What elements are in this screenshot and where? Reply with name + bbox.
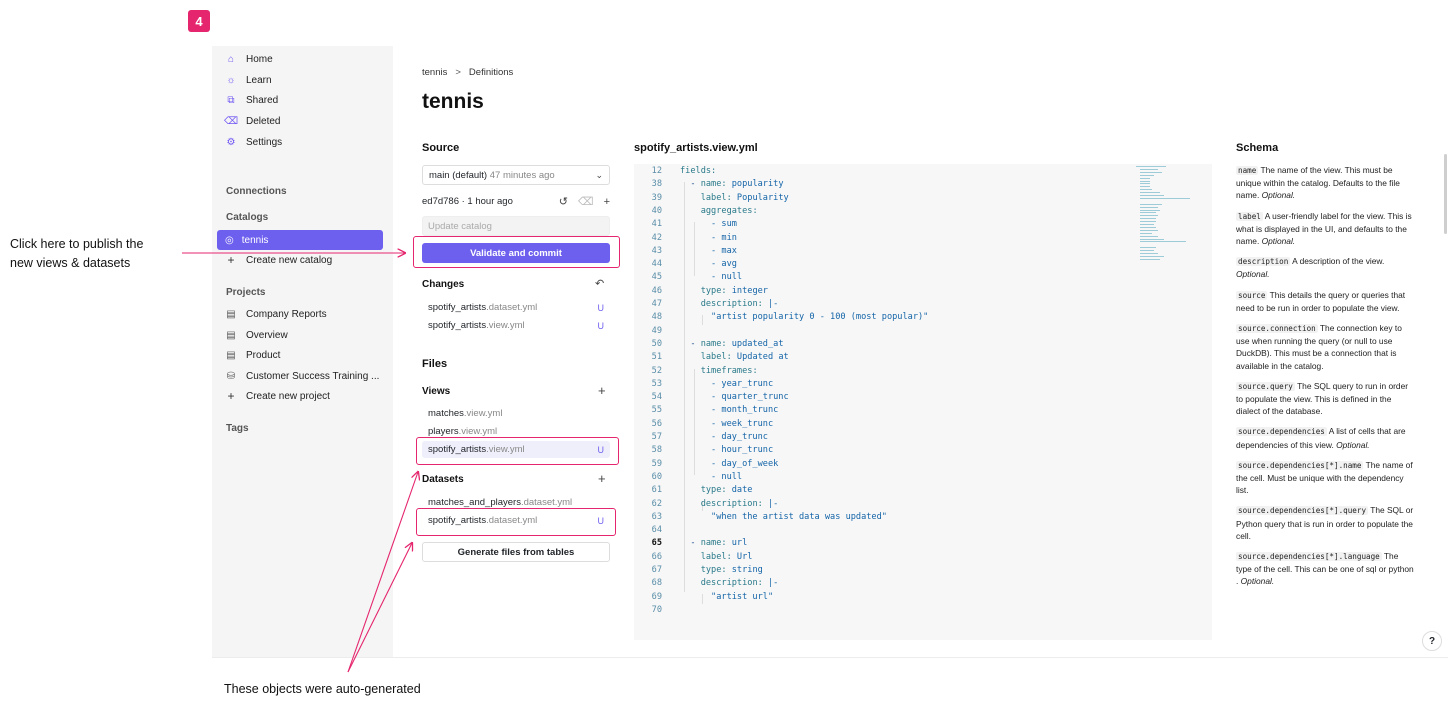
annotation-arrows — [182, 0, 1454, 673]
arrow-to-dataset — [347, 543, 412, 673]
arrow-to-view — [347, 472, 418, 673]
